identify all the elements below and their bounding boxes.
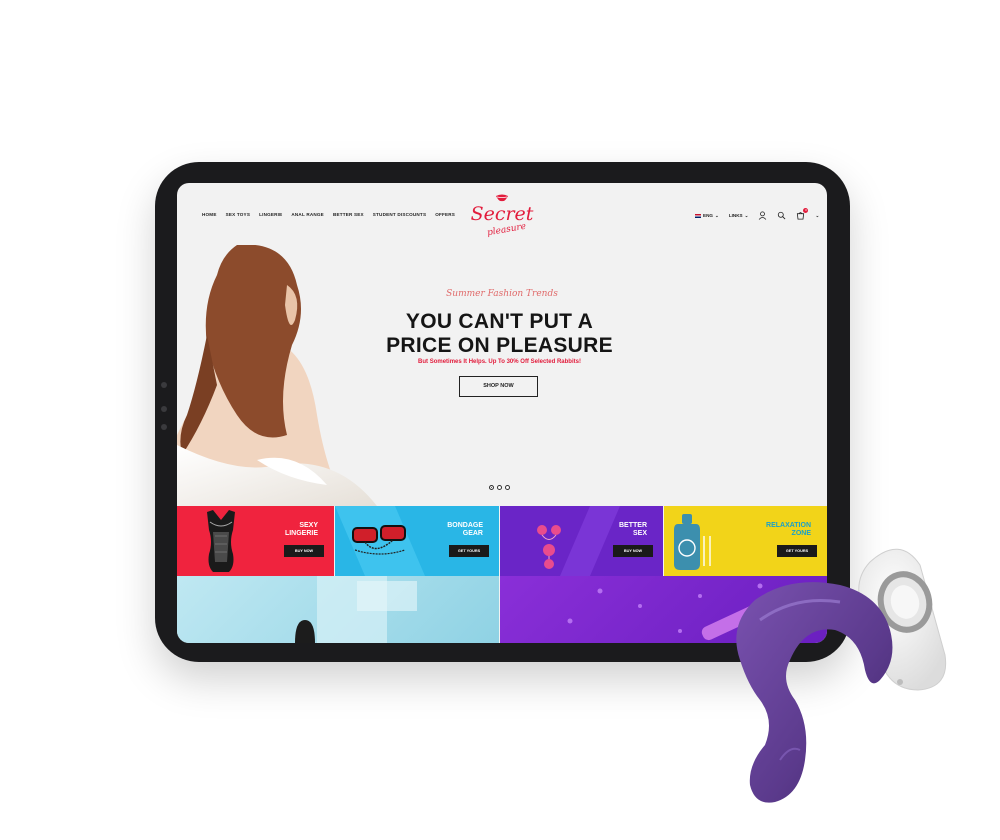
tile-title-line: LINGERIE <box>284 530 318 537</box>
tile-title: BETTER SEX <box>619 522 647 538</box>
hero-model-image <box>177 245 377 506</box>
chevron-down-icon: ⌄ <box>714 212 719 218</box>
lingerie-image <box>207 510 235 572</box>
links-label: LINKS <box>728 213 743 218</box>
bondage-gear-image <box>335 506 425 576</box>
hero-tagline: Summer Fashion Trends <box>446 289 558 299</box>
tile-title: SEXY LINGERIE <box>285 522 318 538</box>
language-selector[interactable]: ENG ⌄ <box>695 213 719 219</box>
buy-now-button[interactable]: BUY NOW <box>613 545 653 557</box>
uk-flag-icon <box>695 213 701 218</box>
menu-item-sex-toys[interactable]: SEX TOYS <box>226 212 251 217</box>
shop-now-button[interactable]: SHOP NOW <box>459 376 538 397</box>
get-yours-button[interactable]: GET YOURS <box>449 545 489 557</box>
hero-title-line: YOU CAN'T PUT A <box>405 310 594 333</box>
tile-title-line: BETTER <box>619 522 647 529</box>
site-header: HOME SEX TOYS LINGERIE ANAL RANGE BETTER… <box>177 183 827 245</box>
tile-title: BONDAGE GEAR <box>447 522 483 538</box>
slider-dots <box>489 485 510 490</box>
tile-title-line: BONDAGE <box>447 522 483 529</box>
tile-title-line: RELAXATION <box>766 522 811 529</box>
slider-dot[interactable] <box>489 485 494 490</box>
vibrator-product-image <box>736 548 947 803</box>
language-label: ENG <box>703 213 713 218</box>
menu-item-anal-range[interactable]: ANAL RANGE <box>291 212 324 217</box>
hero-subtitle: But Sometimes It Helps. Up To 30% Off Se… <box>418 359 581 365</box>
slider-dot[interactable] <box>497 485 502 490</box>
hero-slider: Summer Fashion Trends YOU CAN'T PUT A PR… <box>177 245 827 506</box>
tile-title-line: SEXY <box>299 522 318 529</box>
love-balls-image <box>537 506 620 576</box>
menu-item-offers[interactable]: OFFERS <box>435 212 455 217</box>
hero-title: YOU CAN'T PUT A PRICE ON PLEASURE <box>177 310 822 358</box>
main-menu: HOME SEX TOYS LINGERIE ANAL RANGE BETTER… <box>202 212 455 217</box>
hero-title-line: PRICE ON PLEASURE <box>386 334 613 357</box>
menu-item-student-discounts[interactable]: STUDENT DISCOUNTS <box>373 212 426 217</box>
tablet-side-button <box>161 406 167 412</box>
tile-title-line: SEX <box>632 530 647 537</box>
search-icon[interactable] <box>777 211 786 220</box>
user-icon[interactable] <box>758 211 767 220</box>
links-dropdown[interactable]: LINKS ⌄ <box>729 213 749 219</box>
tablet-side-button <box>161 382 167 388</box>
header-tools: ENG ⌄ LINKS ⌄ 0 ⌄ <box>695 208 819 220</box>
menu-item-better-sex[interactable]: BETTER SEX <box>333 212 364 217</box>
menu-item-home[interactable]: HOME <box>202 212 217 217</box>
category-tile-lingerie[interactable]: SEXY LINGERIE BUY NOW <box>177 506 334 576</box>
chevron-down-icon[interactable]: ⌄ <box>815 213 819 219</box>
buy-now-button[interactable]: BUY NOW <box>284 545 324 557</box>
tile-title-line: GEAR <box>462 530 483 537</box>
cart-button[interactable]: 0 <box>796 208 809 220</box>
tablet-side-button <box>161 424 167 430</box>
menu-item-lingerie[interactable]: LINGERIE <box>259 212 282 217</box>
promo-banner-image <box>295 576 417 643</box>
promo-banner-left[interactable] <box>177 576 499 643</box>
chevron-down-icon: ⌄ <box>744 212 749 218</box>
cart-count-badge: 0 <box>803 208 809 213</box>
slider-dot[interactable] <box>505 485 510 490</box>
category-tile-better-sex[interactable]: BETTER SEX BUY NOW <box>500 506 663 576</box>
site-logo[interactable]: Secret pleasure <box>462 193 542 241</box>
category-tile-bondage[interactable]: BONDAGE GEAR GET YOURS <box>335 506 499 576</box>
